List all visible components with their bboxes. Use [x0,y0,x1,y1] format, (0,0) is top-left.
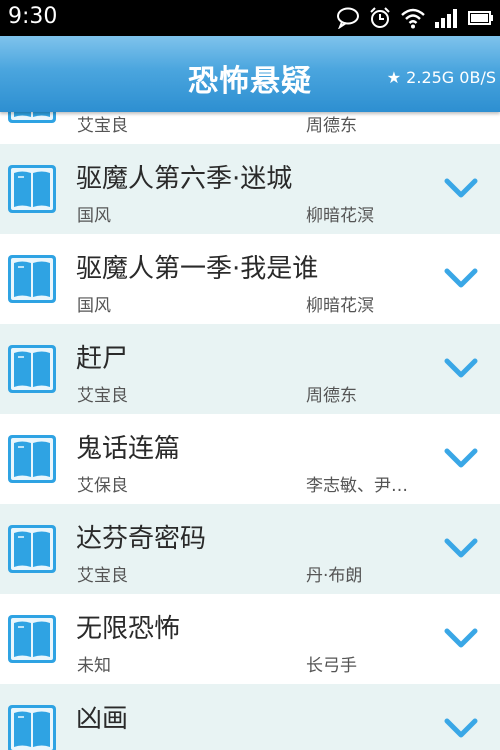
list-item[interactable]: 无限恐怖 未知 长弓手 [0,594,500,684]
book-title: 凶画 [76,704,129,734]
list-item[interactable]: 鬼话连篇 艾保良 李志敏、尹… [0,414,500,504]
signal-icon [435,9,457,28]
book-icon [8,615,56,663]
chevron-down-icon[interactable] [444,626,478,650]
book-narrator: 柳暗花溟 [306,296,374,316]
app-header: 恐怖悬疑 ★ 2.25G 0B/S [0,36,500,112]
list-item[interactable]: 凶画 [0,684,500,750]
storage-speed-stats: ★ 2.25G 0B/S [386,68,496,87]
book-author: 艾宝良 [77,386,128,406]
book-title: 驱魔人第一季·我是谁 [76,254,319,284]
book-author: 未知 [77,656,111,676]
book-icon [8,345,56,393]
book-icon [8,255,56,303]
book-title: 鬼话连篇 [76,434,181,464]
book-narrator: 柳暗花溟 [306,206,374,226]
book-author: 艾保良 [77,476,128,496]
status-time: 9:30 [8,4,58,29]
chevron-down-icon[interactable] [444,716,478,740]
book-icon [8,435,56,483]
book-narrator: 周德东 [306,116,357,136]
book-author: 国风 [77,296,111,316]
list-item[interactable]: 驱魔人第一季·我是谁 国风 柳暗花溟 [0,234,500,324]
book-icon [8,705,56,750]
list-item[interactable]: 驱魔人第六季·迷城 国风 柳暗花溟 [0,144,500,234]
book-icon [8,525,56,573]
alarm-icon [370,7,390,28]
chevron-down-icon[interactable] [444,536,478,560]
chevron-down-icon[interactable] [444,446,478,470]
book-narrator: 周德东 [306,386,357,406]
book-list-inner: 三滴血夺子案 艾宝良 周德东 驱魔人第六季·迷城 国风 柳暗花溟 [0,112,500,750]
book-author: 艾宝良 [77,116,128,136]
book-icon [8,165,56,213]
book-author: 国风 [77,206,111,226]
book-narrator: 丹·布朗 [306,566,363,586]
chevron-down-icon[interactable] [444,176,478,200]
book-title: 驱魔人第六季·迷城 [76,164,293,194]
list-item[interactable]: 达芬奇密码 艾宝良 丹·布朗 [0,504,500,594]
wifi-icon [401,8,425,29]
book-narrator: 李志敏、尹… [306,476,408,496]
book-narrator: 长弓手 [306,656,357,676]
list-item[interactable]: 三滴血夺子案 艾宝良 周德东 [0,112,500,144]
status-bar: 9:30 [0,0,500,36]
book-title: 无限恐怖 [76,614,181,644]
book-icon [8,112,56,123]
chevron-down-icon[interactable] [444,266,478,290]
book-title: 赶尸 [76,344,129,374]
battery-icon [468,11,493,25]
status-icons [336,6,494,30]
chevron-down-icon[interactable] [444,356,478,380]
book-title: 达芬奇密码 [76,524,207,554]
book-list[interactable]: 三滴血夺子案 艾宝良 周德东 驱魔人第六季·迷城 国风 柳暗花溟 [0,112,500,750]
chat-icon [337,7,359,29]
book-author: 艾宝良 [77,566,128,586]
list-item[interactable]: 赶尸 艾宝良 周德东 [0,324,500,414]
